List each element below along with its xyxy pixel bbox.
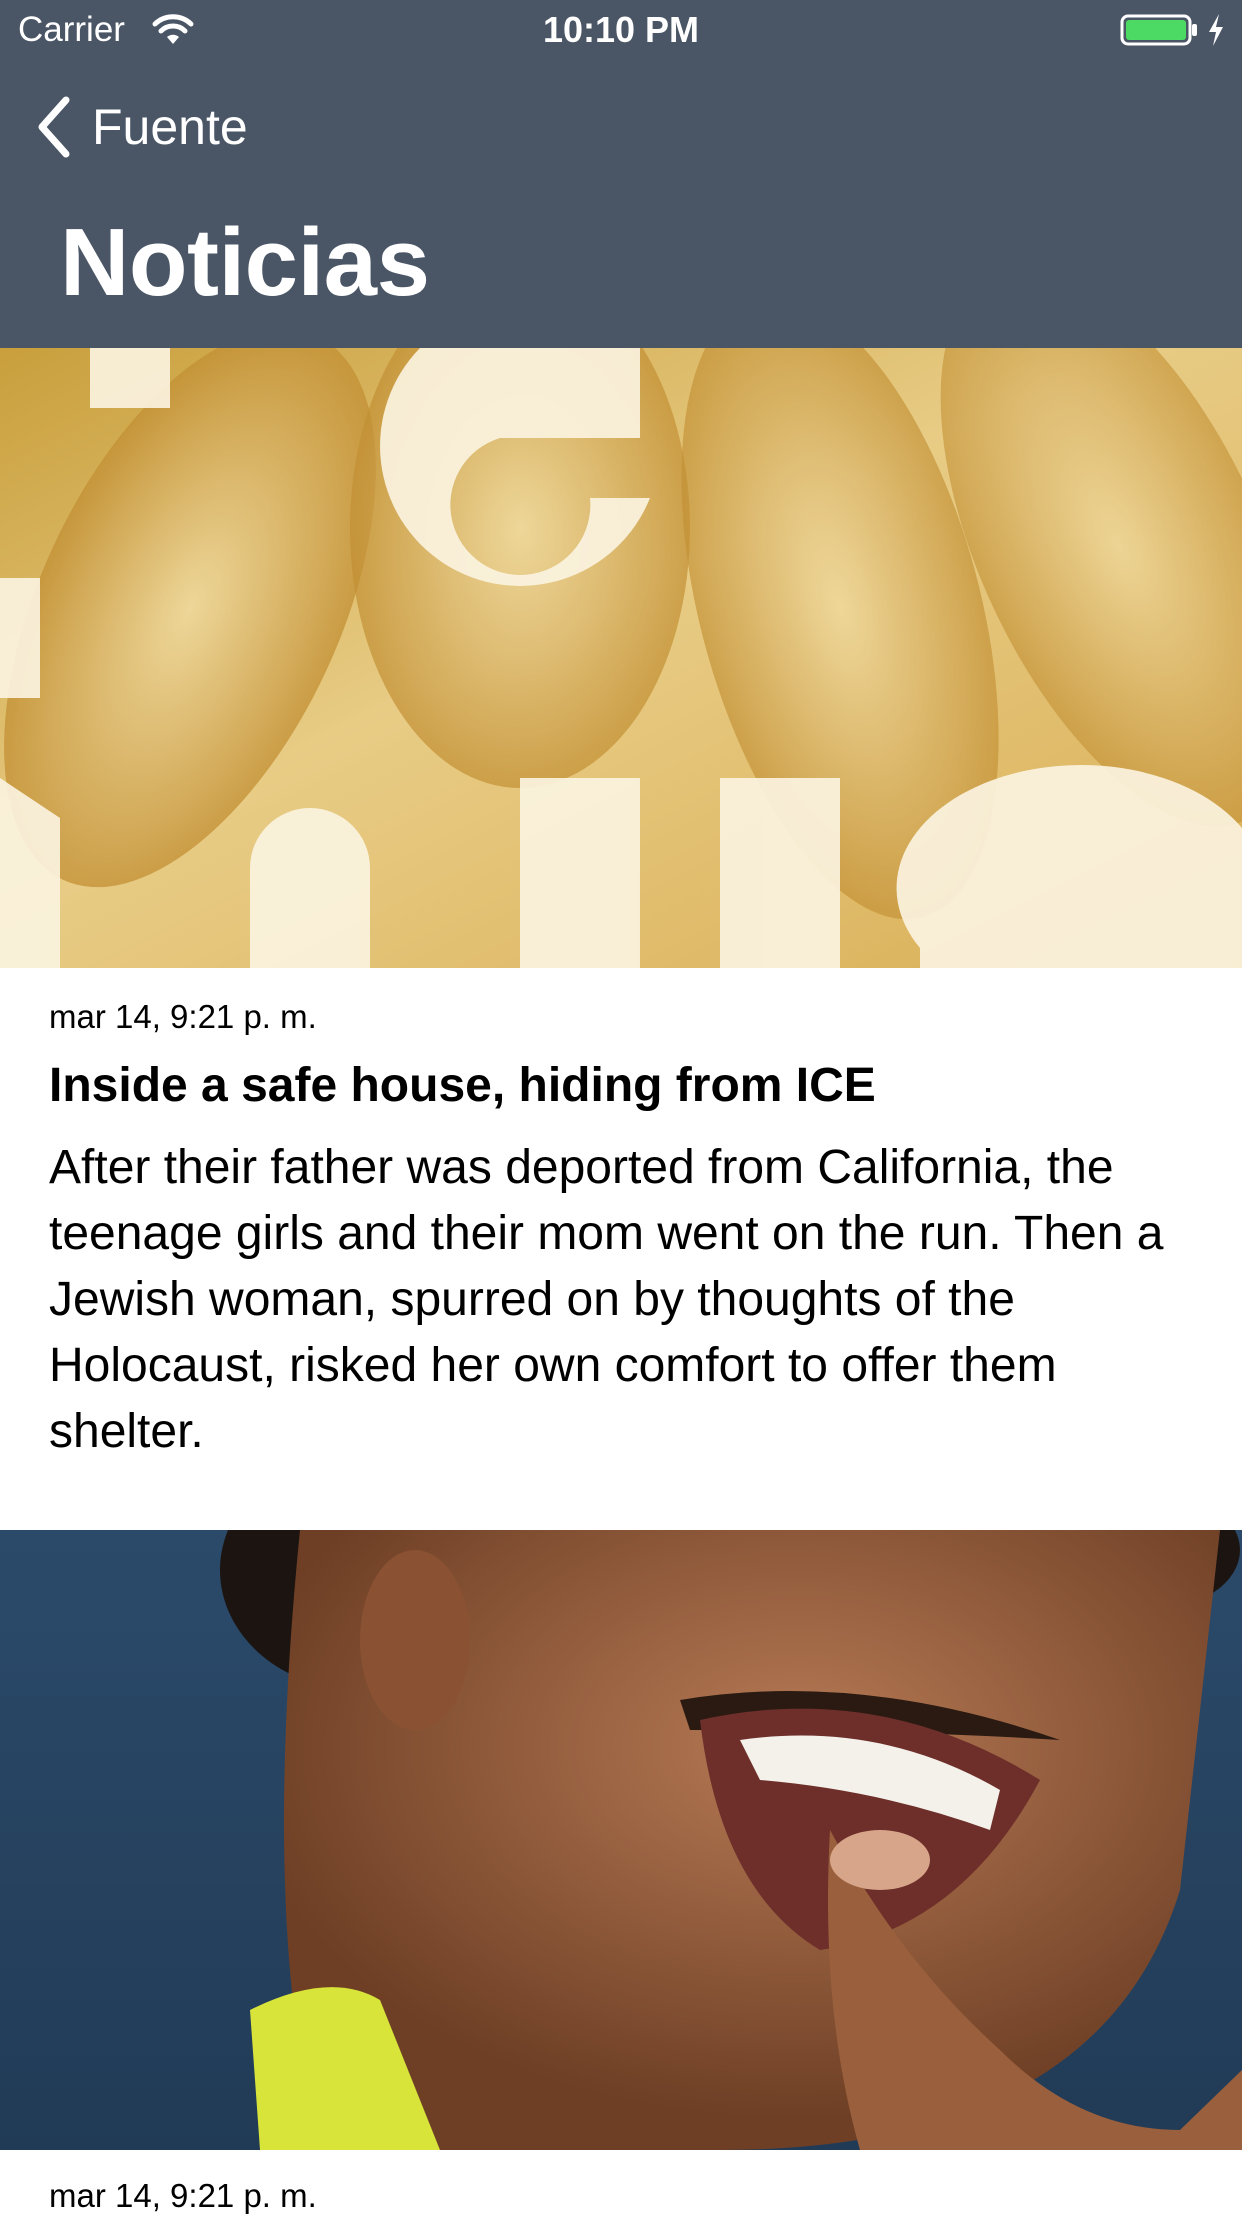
article-image[interactable] (0, 1530, 1242, 2150)
back-button[interactable]: Fuente (34, 92, 248, 162)
charging-icon (1209, 14, 1223, 46)
article-card[interactable]: mar 14, 9:21 p. m. (49, 2176, 1199, 2216)
back-button-label: Fuente (92, 99, 248, 155)
status-bar: Carrier 10:10 PM (0, 0, 1242, 60)
chevron-left-icon (38, 96, 70, 158)
article-image[interactable] (0, 348, 1242, 968)
article-date: mar 14, 9:21 p. m. (49, 998, 317, 1035)
article-date: mar 14, 9:21 p. m. (49, 2177, 317, 2214)
page-title: Noticias (60, 209, 430, 316)
article-card[interactable]: mar 14, 9:21 p. m. Inside a safe house, … (49, 997, 1199, 1465)
article-headline: Inside a safe house, hiding from ICE (49, 1059, 876, 1112)
article-summary: After their father was deported from Cal… (49, 1141, 1164, 1458)
navigation-header: Carrier 10:10 PM Fuente Noticias (0, 0, 1242, 348)
battery-icon (1120, 14, 1197, 46)
status-clock: 10:10 PM (542, 9, 700, 50)
